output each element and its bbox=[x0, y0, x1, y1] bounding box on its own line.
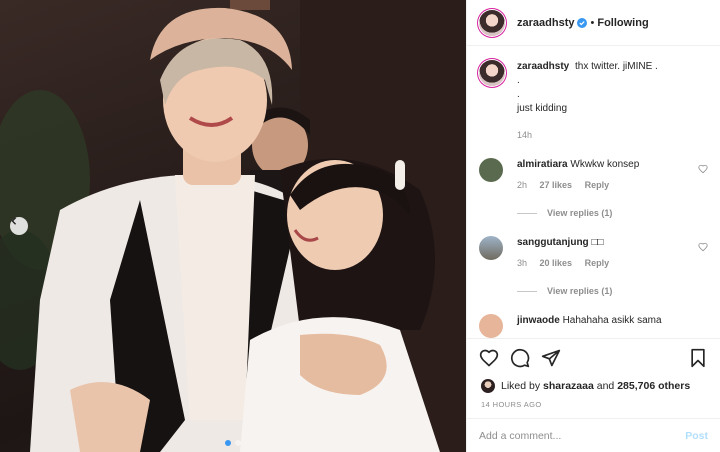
reply-button[interactable]: Reply bbox=[585, 180, 610, 190]
carousel-prev-button[interactable] bbox=[10, 217, 28, 235]
verified-badge-icon bbox=[577, 17, 588, 28]
post-timestamp: 14 HOURS AGO bbox=[481, 400, 542, 409]
comment-bubble-icon[interactable] bbox=[510, 348, 530, 368]
author-username[interactable]: zaraadhsty bbox=[517, 17, 574, 29]
comment-avatar[interactable] bbox=[479, 236, 503, 260]
view-replies-button[interactable]: View replies (1) bbox=[517, 206, 708, 220]
liked-by-label: Liked by bbox=[501, 380, 541, 392]
comment-likes[interactable]: 20 likes bbox=[540, 258, 573, 268]
post-comment-button[interactable]: Post bbox=[685, 430, 708, 442]
comment-input[interactable] bbox=[479, 429, 686, 442]
carousel-dot bbox=[225, 440, 231, 446]
replies-divider bbox=[517, 212, 537, 214]
photo-illustration bbox=[0, 0, 466, 452]
instagram-post: zaraadhsty • Following zaraadhsty thx tw… bbox=[0, 0, 720, 452]
post-side-panel: zaraadhsty • Following zaraadhsty thx tw… bbox=[466, 0, 720, 452]
comment-item: almiratiara Wkwkw konsep 2h 27 likes Rep… bbox=[479, 158, 708, 220]
post-photo[interactable] bbox=[0, 0, 466, 452]
add-comment-bar: Post bbox=[467, 418, 720, 452]
chevron-left-icon bbox=[11, 217, 17, 225]
carousel-indicator bbox=[0, 440, 466, 446]
comment-time: 2h bbox=[517, 180, 528, 190]
liker-avatar[interactable] bbox=[481, 379, 495, 393]
header-separator: • bbox=[590, 16, 595, 29]
comment-likes[interactable]: 27 likes bbox=[540, 180, 573, 190]
comment-text: Hahahaha asikk sama bbox=[562, 315, 662, 326]
caption-time: 14h bbox=[517, 130, 533, 140]
save-bookmark-icon[interactable] bbox=[688, 348, 708, 368]
caption-line: just kidding bbox=[517, 103, 568, 114]
author-avatar[interactable] bbox=[479, 9, 505, 36]
comment-avatar[interactable] bbox=[479, 158, 503, 182]
share-paper-plane-icon[interactable] bbox=[541, 348, 561, 368]
caption-author[interactable]: zaraadhsty bbox=[517, 61, 569, 72]
comment-item: jinwaode Hahahaha asikk sama bbox=[479, 314, 708, 338]
view-replies-button[interactable]: View replies (1) bbox=[517, 284, 708, 298]
comment-time: 3h bbox=[517, 258, 528, 268]
caption-line: . bbox=[517, 89, 520, 100]
comment-like-heart-icon[interactable] bbox=[698, 164, 708, 174]
post-header: zaraadhsty • Following bbox=[467, 0, 720, 46]
caption-line: thx twitter. jiMINE . bbox=[575, 61, 658, 72]
view-replies-label: View replies (1) bbox=[547, 208, 613, 218]
likes-count[interactable]: 285,706 others bbox=[617, 380, 690, 392]
reply-button[interactable]: Reply bbox=[585, 258, 610, 268]
comment-item: sanggutanjung □□ 3h 20 likes Reply View … bbox=[479, 236, 708, 298]
caption-line: . bbox=[517, 75, 520, 86]
comment-like-heart-icon[interactable] bbox=[698, 242, 708, 252]
caption: zaraadhsty thx twitter. jiMINE . . . jus… bbox=[479, 60, 708, 142]
comment-text: Wkwkw konsep bbox=[570, 159, 640, 170]
like-heart-icon[interactable] bbox=[479, 348, 499, 368]
comment-username[interactable]: almiratiara bbox=[517, 159, 568, 170]
liker-username[interactable]: sharazaaa bbox=[543, 380, 594, 392]
comment-avatar[interactable] bbox=[479, 314, 503, 338]
comments-list[interactable]: zaraadhsty thx twitter. jiMINE . . . jus… bbox=[467, 46, 720, 338]
likes-and: and bbox=[596, 380, 615, 392]
comment-username[interactable]: jinwaode bbox=[517, 315, 560, 326]
view-replies-label: View replies (1) bbox=[547, 286, 613, 296]
caption-body: zaraadhsty thx twitter. jiMINE . . . jus… bbox=[517, 60, 658, 142]
post-actions-bar bbox=[467, 338, 720, 376]
replies-divider bbox=[517, 290, 537, 292]
carousel-dot bbox=[235, 440, 241, 446]
comment-username[interactable]: sanggutanjung bbox=[517, 237, 589, 248]
following-button[interactable]: Following bbox=[597, 17, 648, 29]
likes-summary: Liked by sharazaaa and 285,706 others bbox=[467, 376, 720, 396]
comment-text: □□ bbox=[591, 237, 604, 248]
caption-author-avatar[interactable] bbox=[479, 60, 505, 86]
